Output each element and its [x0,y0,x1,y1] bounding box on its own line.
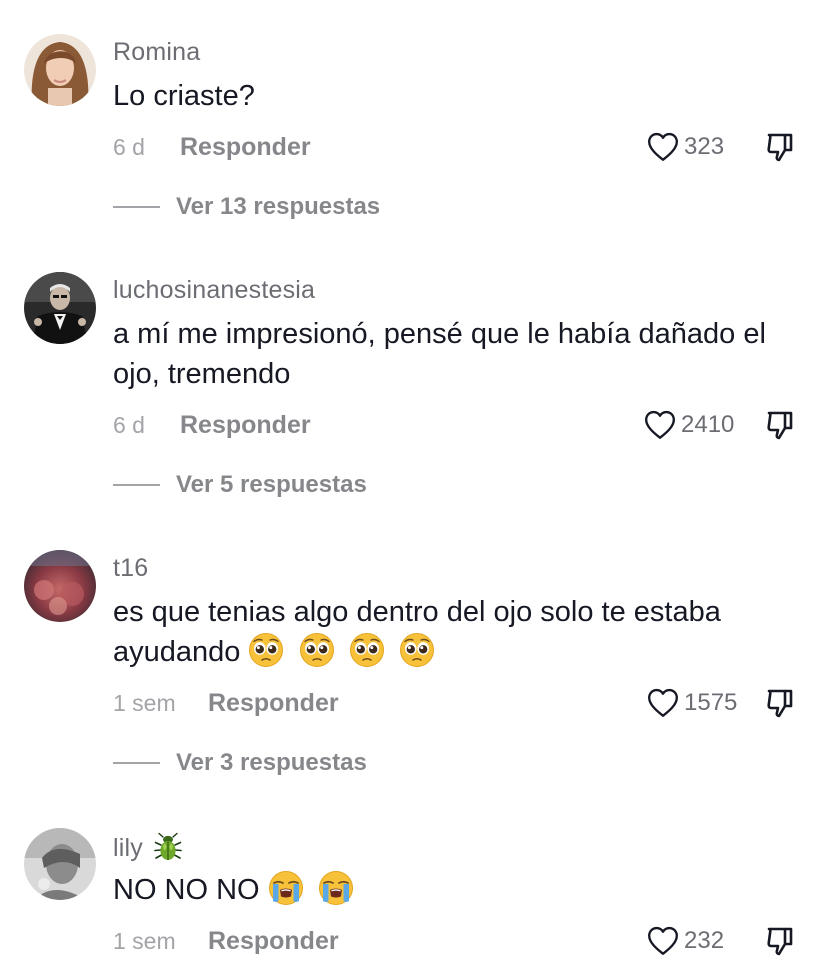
comment-actions: 6 d Responder 2410 [113,407,828,443]
timestamp: 6 d [113,134,145,160]
timestamp: 6 d [113,412,145,438]
like-count: 232 [684,927,725,954]
username[interactable]: luchosinanestesia [113,275,315,305]
loudly-crying-face-icon [268,870,304,906]
comment-actions: 1 sem Responder 232 [113,923,828,959]
view-replies-button[interactable]: Ver 3 respuestas [113,745,367,781]
pleading-face-icon [399,632,435,668]
beetle-icon [152,831,184,863]
heart-outline-icon [646,130,680,164]
thumbs-down-icon[interactable] [764,409,796,441]
view-replies-button[interactable]: Ver 5 respuestas [113,467,367,503]
reply-button[interactable]: Responder [208,923,339,959]
username[interactable]: Romina [113,37,200,67]
username[interactable]: lily [113,831,184,863]
emoji-group [248,636,434,668]
loudly-crying-face-icon [318,870,354,906]
username-text: lily [113,834,143,862]
like-count: 323 [684,133,725,160]
pleading-face-icon [248,632,284,668]
like-button[interactable]: 1575 [646,685,737,721]
comment-actions: 1 sem Responder 1575 [113,685,828,721]
comment-text-body: NO NO NO [113,874,260,906]
avatar[interactable] [24,34,96,106]
heart-outline-icon [646,924,680,958]
view-replies-button[interactable]: Ver 13 respuestas [113,189,380,225]
comment-text: es que tenias algo dentro del ojo solo t… [113,592,803,672]
reply-button[interactable]: Responder [208,685,339,721]
pleading-face-icon [349,632,385,668]
like-button[interactable]: 323 [646,129,724,165]
replies-divider [113,762,160,764]
avatar[interactable] [24,550,96,622]
thumbs-down-icon[interactable] [764,131,796,163]
timestamp: 1 sem [113,690,176,716]
replies-divider [113,206,160,208]
thumbs-down-icon[interactable] [764,925,796,957]
thumbs-down-icon[interactable] [764,687,796,719]
comment-text: a mí me impresionó, pensé que le había d… [113,318,766,390]
like-button[interactable]: 2410 [643,407,734,443]
like-button[interactable]: 232 [646,923,724,959]
avatar[interactable] [24,828,96,900]
username[interactable]: t16 [113,553,148,583]
heart-outline-icon [643,408,677,442]
comment-text: Lo criaste? [113,80,255,112]
pleading-face-icon [299,632,335,668]
replies-divider [113,484,160,486]
reply-button[interactable]: Responder [180,129,311,165]
avatar[interactable] [24,272,96,344]
comment-actions: 6 d Responder 323 [113,129,828,165]
emoji-group [268,874,354,906]
view-replies-label: Ver 3 respuestas [176,749,367,776]
reply-button[interactable]: Responder [180,407,311,443]
comment-text: NO NO NO [113,870,803,910]
like-count: 1575 [684,689,738,716]
like-count: 2410 [681,411,735,438]
view-replies-label: Ver 13 respuestas [176,193,381,220]
heart-outline-icon [646,686,680,720]
timestamp: 1 sem [113,928,176,954]
view-replies-label: Ver 5 respuestas [176,471,367,498]
